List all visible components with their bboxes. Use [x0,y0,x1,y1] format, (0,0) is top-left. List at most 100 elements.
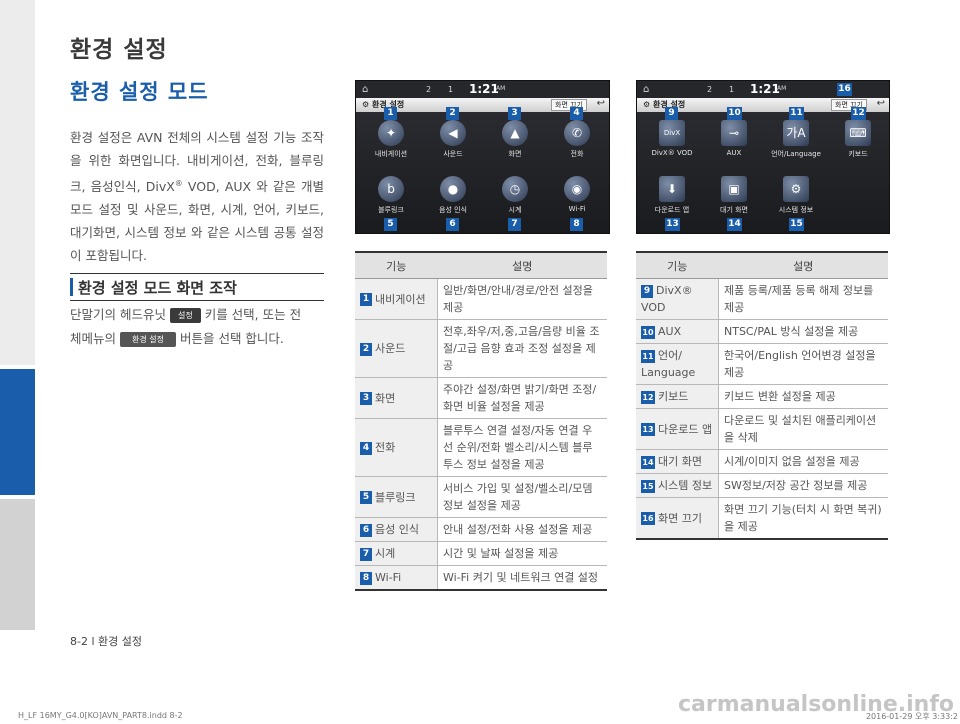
standby-icon: ▣ [721,176,747,202]
table-row: 14 대기 화면 시계/이미지 없음 설정을 제공 [636,449,888,474]
callout-7: 7 [508,218,521,231]
callout-badge: 3 [360,392,372,405]
watermark: carmanualsonline.info [678,692,954,717]
divx-icon: DivX [659,120,685,146]
table-row: 7 시계 시간 및 날짜 설정을 제공 [355,541,607,566]
page-title: 환경 설정 [70,37,168,63]
function-name: 전화 [375,441,396,454]
function-name: 시계 [375,547,396,560]
setup-key-chip: 설정 [169,308,201,323]
table-cell-function: 14 대기 화면 [636,449,719,474]
back-arrow-icon[interactable]: ↩ [877,98,885,109]
function-name: 다운로드 앱 [658,422,713,436]
callout-badge: 8 [360,571,372,585]
clock-ampm: AM [777,85,787,92]
settings-tile-label: 내비게이션 [374,150,408,158]
bluetooth-status: 1 [729,85,735,94]
settings-tile-gear[interactable]: ⚙ 시스템 정보 [765,176,827,215]
settings-grid: ✦ 내비게이션 ◀ 사운드 ▲ 화면 ✆ 전화 b 블루링크 ● 음성 인식 ◷ 시계 ◉ Wi-Fi [356,112,609,233]
ops-text: 체메뉴의 [70,331,117,346]
settings-tile-clock[interactable]: ◷ 시계 [484,176,546,215]
function-name: 키보드 [658,390,689,403]
settings-tile-label: 시스템 정보 [778,206,814,214]
function-name: 대기 화면 [658,455,702,468]
wifi-icon: ◉ [564,176,590,202]
table-row: 12 키보드 키보드 변환 설정을 제공 [636,384,888,409]
home-icon[interactable]: ⌂ [362,84,368,95]
intro-paragraph: 환경 설정은 AVN 전체의 시스템 설정 기능 조작을 위한 화면입니다. 내… [70,126,324,267]
table-cell-description: NTSC/PAL 방식 설정을 제공 [718,319,888,344]
display-icon: ▲ [502,120,528,146]
sidebar-tab-gray [0,0,35,365]
settings-tile-label: 키보드 [848,150,868,158]
table-cell-description: SW정보/저장 공간 정보를 제공 [718,473,888,498]
download-icon: ⬇ [659,176,685,202]
settings-tile-speaker[interactable]: ◀ 사운드 [422,120,484,159]
settings-tile-aux[interactable]: ⊸ AUX [703,120,765,157]
table-row: 15 시스템 정보 SW정보/저장 공간 정보를 제공 [636,473,888,498]
back-arrow-icon[interactable]: ↩ [597,98,605,109]
print-imprint: H_LF 16MY_G4.0[KO]AVN_PART8.indd 8-2 [18,711,183,720]
table-cell-function: 6 음성 인식 [355,517,438,542]
clock: 1:21 [469,82,499,96]
table-row: 11 언어/ Language 한국어/English 언어변경 설정을 제공 [636,343,888,385]
settings-tile-divx[interactable]: DivX DivX® VOD [641,120,703,157]
settings-screen-page2: ⌂ 2 1 1:21 AM 16 ⚙ 환경 설정 화면 끄기 ↩ DivX Div… [636,80,890,234]
callout-badge: 11 [641,349,655,363]
settings-tile-wifi[interactable]: ◉ Wi-Fi [546,176,608,213]
gear-icon: ⚙ [783,176,809,202]
clock: 1:21 [750,82,780,96]
callout-badge: 4 [360,441,372,455]
settings-tile-label: Wi-Fi [568,205,586,213]
callout-badge: 13 [641,423,655,436]
callout-badge: 2 [360,342,372,356]
table-cell-function: 13 다운로드 앱 [636,408,719,450]
settings-tile-microphone[interactable]: ● 음성 인식 [422,176,484,215]
table-cell-function: 4 전화 [355,418,438,477]
settings-tile-keyboard[interactable]: ⌨ 키보드 [827,120,889,159]
table-row: 2 사운드 전후,좌우/저,중,고음/음량 비율 조절/고급 음향 효과 조정 설정… [355,319,607,378]
speaker-icon: ◀ [440,120,466,146]
settings-tile-compass[interactable]: ✦ 내비게이션 [360,120,422,159]
table-cell-function: 2 사운드 [355,319,438,378]
callout-16: 16 [837,83,852,96]
settings-tile-phone[interactable]: ✆ 전화 [546,120,608,159]
settings-tile-display[interactable]: ▲ 화면 [484,120,546,159]
aux-icon: ⊸ [721,120,747,146]
function-table-1: 기능 설명 1 내비게이션 일반/화면/안내/경로/안전 설정을 제공 2 사운드 전후,… [355,251,607,591]
callout-badge: 7 [360,547,372,561]
table-row: 6 음성 인식 안내 설정/전화 사용 설정을 제공 [355,517,607,542]
callout-8: 8 [570,218,583,231]
status-bar: ⌂ 2 1 1:21 AM 16 [637,81,889,98]
ops-text: 키를 선택, 또는 전 [204,307,302,322]
table-row: 5 블루링크 서비스 가입 및 설정/벨소리/모뎀정보 설정을 제공 [355,476,607,518]
settings-tile-download[interactable]: ⬇ 다운로드 앱 [641,176,703,215]
callout-11: 11 [789,107,804,120]
sidebar-separator [0,495,35,499]
table-row: 16 화면 끄기 화면 끄기 기능(터치 시 화면 복귀)을 제공 [636,497,888,540]
callout-12: 12 [851,107,866,120]
table-cell-description: 안내 설정/전화 사용 설정을 제공 [437,517,607,542]
subsection-header: 환경 설정 모드 화면 조작 [70,273,324,301]
table-cell-description: 전후,좌우/저,중,고음/음량 비율 조절/고급 음향 효과 조정 설정을 제공 [437,319,607,378]
table-cell-description: 일반/화면/안내/경로/안전 설정을 제공 [437,278,607,320]
function-name: 내비게이션 [375,292,426,306]
callout-3: 3 [508,107,521,120]
page-footer: 8-2 l 환경 설정 [70,635,142,648]
callout-badge: 10 [641,325,655,339]
table-cell-function: 3 화면 [355,377,438,419]
callout-badge: 1 [360,293,372,306]
callout-badge: 6 [360,523,372,537]
table-cell-description: 제품 등록/제품 등록 해제 정보를 제공 [718,278,888,320]
settings-tile-label: AUX [726,149,742,157]
home-icon[interactable]: ⌂ [643,84,649,95]
function-name: 화면 [375,391,396,405]
settings-tile-label: 언어/Language [771,150,821,158]
settings-tile-bluelink[interactable]: b 블루링크 [360,176,422,215]
section-title: 환경 설정 모드 [70,80,209,104]
settings-tile-standby[interactable]: ▣ 대기 화면 [703,176,765,215]
callout-badge: 12 [641,390,655,404]
table-cell-description: 다운로드 및 설치된 애플리케이션을 삭제 [718,408,888,450]
callout-badge: 14 [641,455,655,469]
settings-tile-language[interactable]: 가A 언어/Language [765,120,827,159]
